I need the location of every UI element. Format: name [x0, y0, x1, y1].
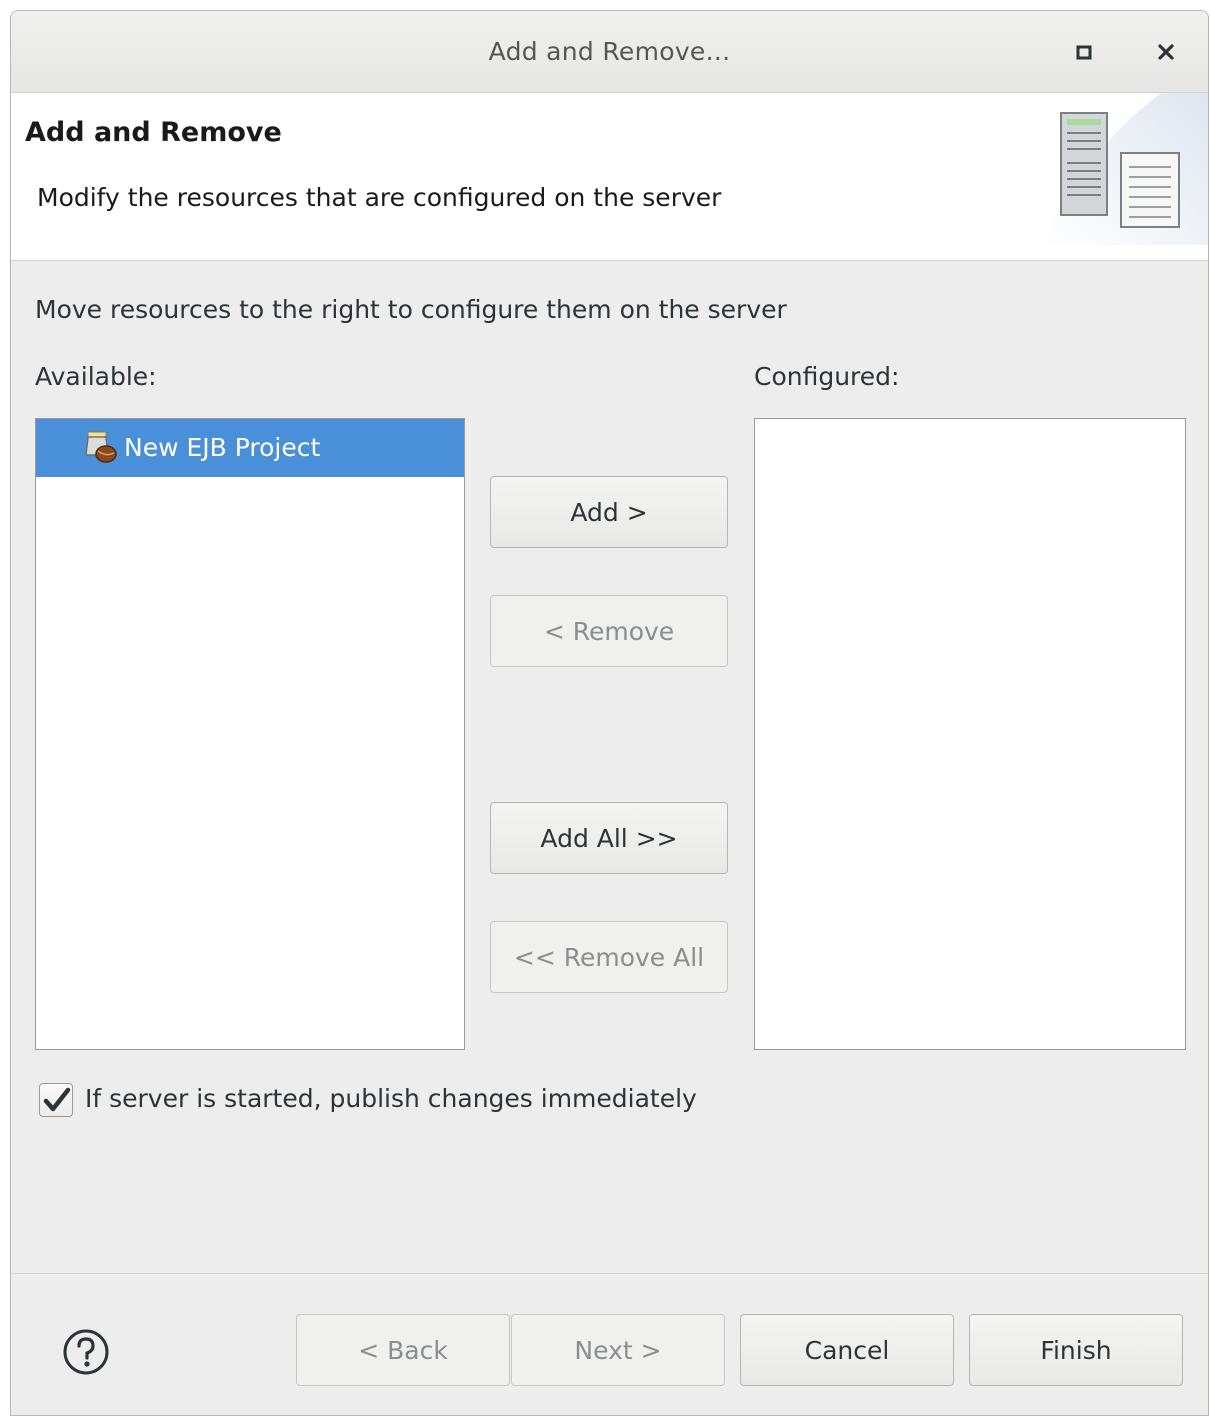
cancel-button[interactable]: Cancel [740, 1314, 954, 1386]
available-label: Available: [35, 362, 157, 391]
close-button[interactable] [1151, 37, 1181, 67]
wizard-header: Add and Remove Modify the resources that… [11, 93, 1208, 261]
page-description: Modify the resources that are configured… [37, 183, 722, 212]
publish-label: If server is started, publish changes im… [85, 1084, 697, 1113]
available-list[interactable]: New EJB Project [35, 418, 465, 1050]
publish-checkbox[interactable] [39, 1083, 73, 1117]
server-resources-icon [1041, 93, 1208, 245]
window-title: Add and Remove... [488, 37, 731, 66]
help-icon [63, 1329, 109, 1375]
dialog-window: Add and Remove... Add and Remove Modify … [10, 10, 1209, 1416]
ejb-project-icon [84, 429, 118, 465]
list-item-new-ejb-project[interactable]: New EJB Project [36, 419, 464, 477]
maximize-button[interactable] [1069, 37, 1099, 67]
checkmark-icon [43, 1087, 71, 1112]
page-title: Add and Remove [25, 117, 282, 148]
next-button[interactable]: Next > [511, 1314, 725, 1386]
add-button[interactable]: Add > [490, 476, 728, 548]
help-button[interactable] [61, 1327, 111, 1377]
back-button[interactable]: < Back [296, 1314, 510, 1386]
title-bar[interactable]: Add and Remove... [11, 11, 1208, 93]
close-icon [1158, 44, 1174, 60]
maximize-icon [1076, 45, 1092, 60]
add-all-button[interactable]: Add All >> [490, 802, 728, 874]
finish-button[interactable]: Finish [969, 1314, 1183, 1386]
remove-all-button[interactable]: << Remove All [490, 921, 728, 993]
configured-list[interactable] [754, 418, 1186, 1050]
configured-label: Configured: [754, 362, 900, 391]
footer-divider [11, 1273, 1208, 1274]
instruction-text: Move resources to the right to configure… [35, 295, 787, 324]
remove-button[interactable]: < Remove [490, 595, 728, 667]
list-item-label: New EJB Project [124, 433, 321, 462]
